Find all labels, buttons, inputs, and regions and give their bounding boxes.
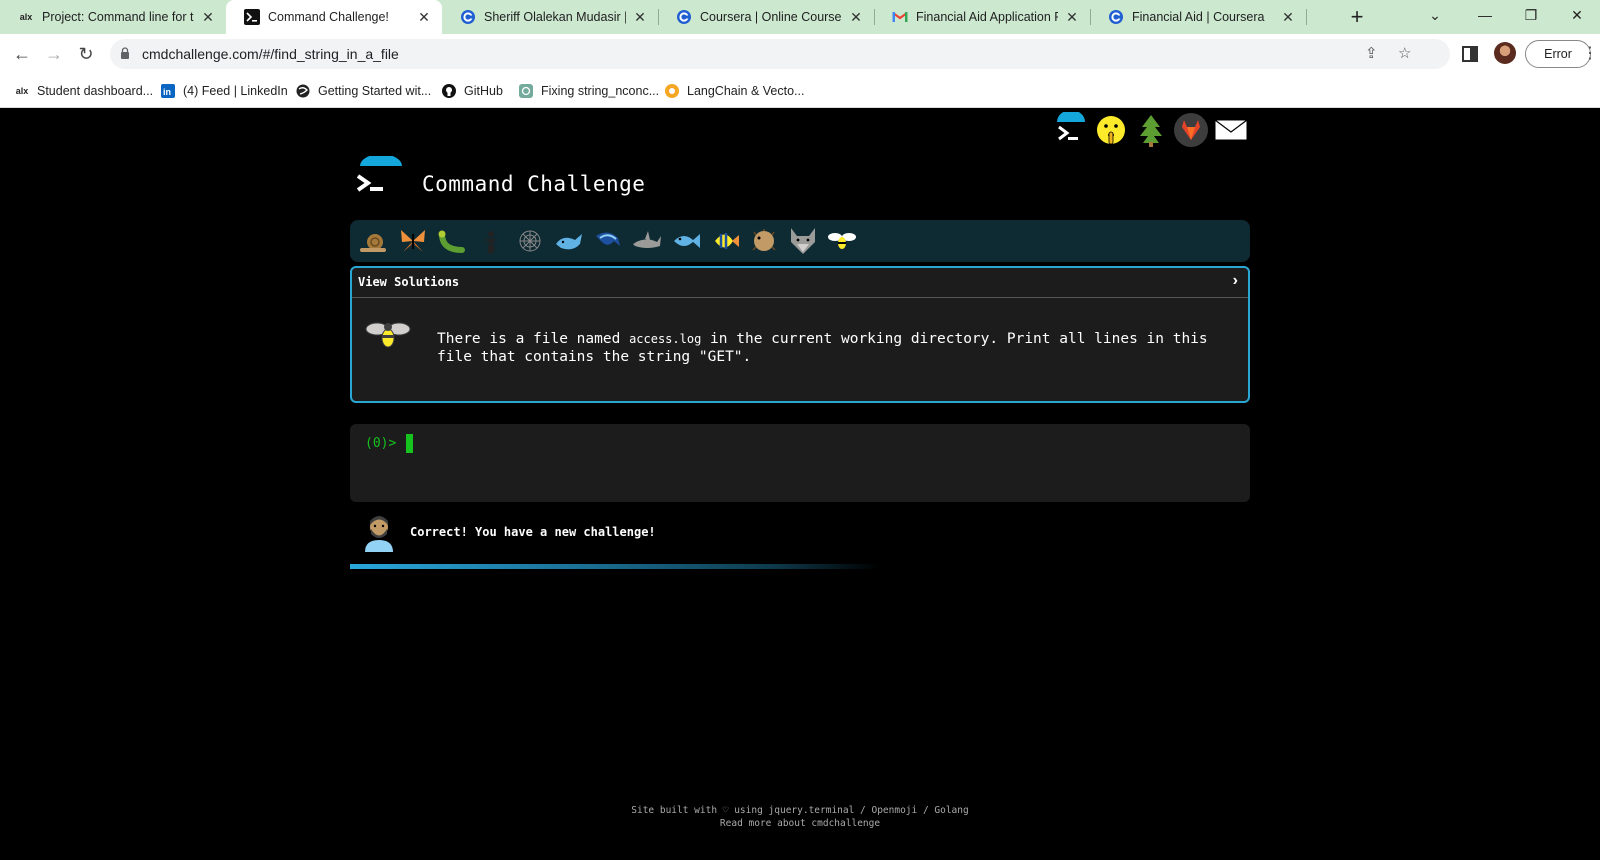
envelope-icon[interactable]: [1213, 112, 1249, 148]
feedback-row: Correct! You have a new challenge!: [350, 512, 1250, 556]
caterpillar-icon[interactable]: [436, 226, 468, 256]
tab-separator: [874, 9, 875, 25]
bookmark-fixing-string[interactable]: Fixing string_nconc...: [518, 83, 659, 99]
filename-code: access.log: [629, 332, 702, 346]
tab-command-challenge[interactable]: Command Challenge! ✕: [226, 0, 442, 34]
lock-icon[interactable]: [120, 47, 130, 59]
feedback-message: Correct! You have a new challenge!: [410, 525, 656, 539]
minimize-button[interactable]: —: [1462, 0, 1508, 30]
page-content: Command Challenge View Solutions › There…: [0, 108, 1600, 860]
tab-close-icon[interactable]: ✕: [632, 9, 648, 26]
avatar[interactable]: [1494, 42, 1516, 64]
butterfly-icon[interactable]: [397, 226, 429, 256]
tab-close-icon[interactable]: ✕: [416, 9, 432, 26]
tab-separator: [658, 9, 659, 25]
progress-bar: [350, 564, 880, 569]
challenge-panel: View Solutions › There is a file named a…: [350, 266, 1250, 403]
view-solutions-label: View Solutions: [358, 275, 460, 289]
alx-icon: alx: [15, 86, 29, 96]
view-solutions-toggle[interactable]: View Solutions ›: [352, 268, 1248, 298]
coursera-icon: [676, 9, 692, 25]
forward-button[interactable]: →: [42, 42, 66, 66]
bookmarks-bar: alx Student dashboard... in (4) Feed | L…: [0, 74, 1600, 108]
tab-separator: [1090, 9, 1091, 25]
gitlab-icon[interactable]: [1173, 112, 1209, 148]
tab-separator: [1306, 9, 1307, 25]
person-icon: [365, 516, 393, 552]
fish-icon[interactable]: [670, 226, 702, 256]
spider-web-icon[interactable]: [514, 226, 546, 256]
tree-icon[interactable]: [1133, 112, 1169, 148]
bookmark-github[interactable]: GitHub: [441, 83, 503, 99]
gmail-icon: [892, 9, 908, 25]
blowfish-icon[interactable]: [748, 226, 780, 256]
terminal-input-area[interactable]: (0)>: [350, 424, 1250, 502]
url-text[interactable]: cmdchallenge.com/#/find_string_in_a_file: [142, 46, 399, 62]
tab-close-icon[interactable]: ✕: [200, 9, 216, 26]
snail-icon[interactable]: [358, 226, 390, 256]
bookmark-star-icon[interactable]: ☆: [1398, 44, 1411, 62]
read-more-link[interactable]: Read more about cmdchallenge: [0, 817, 1600, 830]
linkedin-icon: in: [160, 83, 176, 99]
menu-kebab-icon[interactable]: ⋮: [1582, 44, 1598, 64]
address-bar: ← → ↻ cmdchallenge.com/#/find_string_in_…: [0, 34, 1600, 74]
close-window-button[interactable]: ✕: [1554, 0, 1600, 30]
coursera-icon: [1108, 9, 1124, 25]
tropical-fish-icon[interactable]: [709, 226, 741, 256]
tab-gmail-financial-aid[interactable]: Financial Aid Application Rec ✕: [874, 0, 1090, 34]
omnibox[interactable]: cmdchallenge.com/#/find_string_in_a_file…: [110, 39, 1450, 69]
tab-search-chevron-icon[interactable]: ⌄: [1412, 0, 1458, 30]
terminal-cursor[interactable]: [406, 434, 413, 453]
tab-coursera-courses[interactable]: Coursera | Online Courses Fr ✕: [658, 0, 874, 34]
alx-icon: alx: [19, 12, 33, 22]
back-button[interactable]: ←: [10, 42, 34, 66]
terminal-icon: [244, 9, 260, 25]
tab-strip: alx Project: Command line for th ✕ Comma…: [0, 0, 1600, 34]
tab-alx-project[interactable]: alx Project: Command line for th ✕: [0, 0, 226, 34]
side-panel-icon[interactable]: [1462, 46, 1478, 62]
bookmark-langchain[interactable]: LangChain & Vecto...: [664, 83, 804, 99]
bookmark-getting-started[interactable]: Getting Started wit...: [295, 83, 431, 99]
openai-icon: [518, 83, 534, 99]
site-logo-icon: [356, 156, 402, 192]
reload-button[interactable]: ↻: [74, 42, 98, 66]
footer-credits: Site built with ♡ using jquery.terminal …: [631, 805, 969, 816]
shark-icon[interactable]: [631, 226, 663, 256]
page-title: Command Challenge: [422, 172, 646, 196]
ant-icon[interactable]: [475, 226, 507, 256]
bee-icon: [365, 322, 411, 348]
tab-coursera-profile[interactable]: Sheriff Olalekan Mudasir | Co ✕: [442, 0, 658, 34]
new-tab-button[interactable]: +: [1344, 4, 1370, 30]
wolf-icon[interactable]: [787, 226, 819, 256]
restore-button[interactable]: ❐: [1508, 0, 1554, 30]
globe-icon: [295, 83, 311, 99]
tab-coursera-financial-aid[interactable]: Financial Aid | Coursera ✕: [1090, 0, 1306, 34]
dolphin-icon[interactable]: [592, 226, 624, 256]
challenge-description: There is a file named access.log in the …: [437, 331, 1208, 365]
footer: Site built with ♡ using jquery.terminal …: [0, 804, 1600, 830]
shushing-face-icon[interactable]: [1093, 112, 1129, 148]
chevron-right-icon[interactable]: ›: [1233, 272, 1238, 290]
tab-close-icon[interactable]: ✕: [848, 9, 864, 26]
bookmark-student-dashboard[interactable]: alx Student dashboard...: [14, 83, 153, 99]
coursera-icon: [460, 9, 476, 25]
whale-icon[interactable]: [553, 226, 585, 256]
bee-icon[interactable]: [826, 226, 858, 256]
terminal-logo-icon[interactable]: [1053, 112, 1089, 148]
share-icon[interactable]: ⇪: [1365, 44, 1378, 62]
challenge-emoji-strip: [350, 220, 1250, 262]
bookmark-linkedin[interactable]: in (4) Feed | LinkedIn: [160, 83, 288, 99]
svg-text:in: in: [163, 87, 171, 97]
github-icon: [441, 83, 457, 99]
tab-close-icon[interactable]: ✕: [1064, 9, 1080, 26]
tab-close-icon[interactable]: ✕: [1280, 9, 1296, 26]
langchain-icon: [664, 83, 680, 99]
terminal-prompt: (0)>: [365, 436, 397, 451]
